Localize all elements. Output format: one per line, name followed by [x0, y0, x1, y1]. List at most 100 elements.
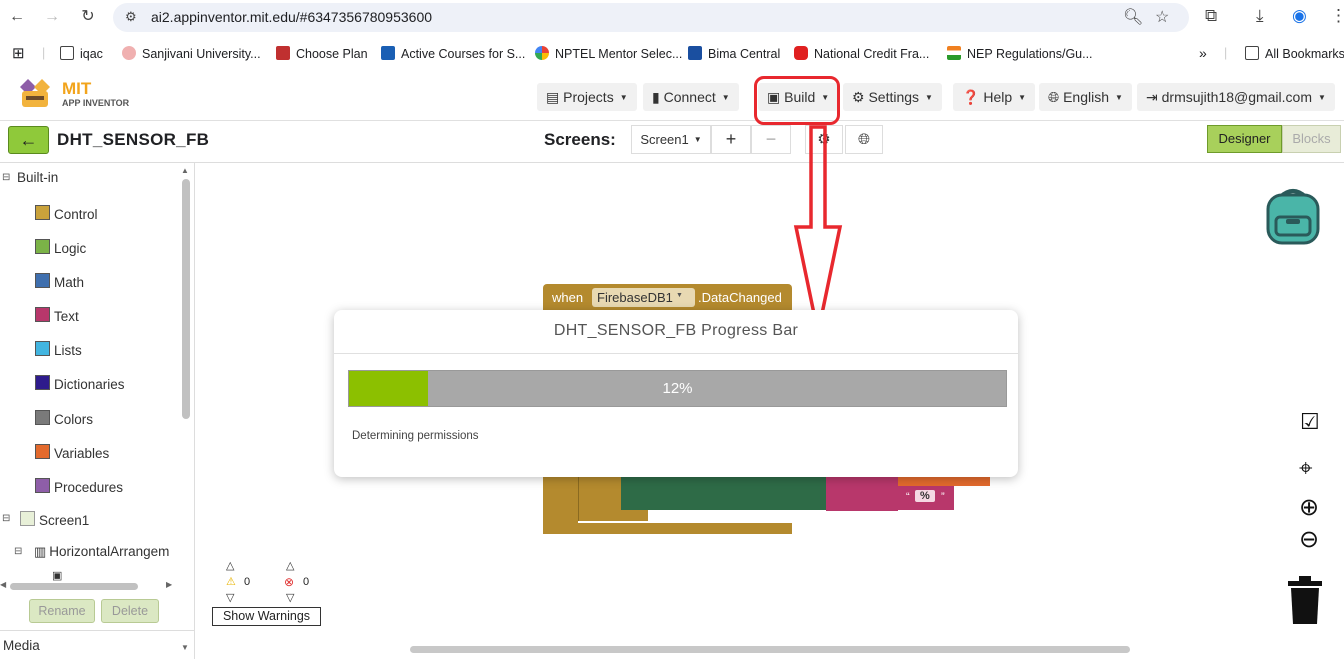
- zoom-out-icon[interactable]: ⊖: [1299, 525, 1319, 554]
- reload-icon[interactable]: ↻: [77, 6, 99, 28]
- progress-bar: 12%: [348, 370, 1007, 407]
- backpack-icon[interactable]: [1262, 183, 1324, 245]
- star-icon[interactable]: ☆: [1155, 7, 1169, 27]
- folder-icon: [60, 46, 74, 60]
- palette-label: Colors: [54, 412, 94, 427]
- scroll-right-icon[interactable]: ▶: [166, 580, 172, 589]
- show-warnings-button[interactable]: Show Warnings: [212, 607, 321, 626]
- event-block-footer[interactable]: [543, 523, 792, 534]
- scroll-left-icon[interactable]: ◀: [0, 580, 6, 589]
- connect-menu[interactable]: ▮ Connect ▼: [643, 83, 739, 111]
- add-screen-button[interactable]: +: [711, 125, 751, 154]
- remove-screen-button[interactable]: −: [751, 125, 791, 154]
- app-inventor-logo-icon[interactable]: [16, 77, 54, 111]
- collapse-icon[interactable]: ⊟: [14, 546, 22, 557]
- bookmark-item[interactable]: Choose Plan: [276, 46, 368, 61]
- quote-open: “: [906, 491, 910, 503]
- download-icon[interactable]: ⤓: [1256, 6, 1264, 26]
- blocks-button[interactable]: Blocks: [1282, 125, 1341, 153]
- scroll-up-icon[interactable]: ▲: [181, 166, 189, 175]
- palette-control[interactable]: Control: [35, 205, 98, 222]
- media-heading[interactable]: Media: [3, 638, 40, 653]
- bookmark-item[interactable]: National Credit Fra...: [794, 46, 929, 61]
- screen-select[interactable]: Screen1 ▼: [631, 125, 711, 154]
- warning-prev-arrow-icon[interactable]: △: [226, 559, 234, 572]
- zoom-in-icon[interactable]: ⊕: [1299, 493, 1319, 522]
- error-next-arrow-icon[interactable]: ▽: [286, 591, 294, 604]
- workspace-horizontal-scrollbar[interactable]: [410, 646, 1130, 653]
- event-name-label: .DataChanged: [698, 290, 782, 305]
- bookmark-item[interactable]: Sanjivani University...: [122, 46, 261, 61]
- bookmark-item[interactable]: Bima Central: [688, 46, 780, 61]
- bookmark-label: National Credit Fra...: [814, 47, 930, 61]
- back-button[interactable]: ←: [8, 126, 49, 154]
- rename-button[interactable]: Rename: [29, 599, 95, 623]
- address-bar[interactable]: ⚙ ai2.appinventor.mit.edu/#6347356780953…: [113, 3, 1189, 32]
- more-menu-icon[interactable]: ⋮: [1330, 6, 1344, 26]
- palette-vertical-scrollbar[interactable]: [182, 179, 190, 419]
- palette-lists[interactable]: Lists: [35, 341, 82, 358]
- warning-icon: ⚠: [226, 576, 236, 588]
- error-count: 0: [303, 576, 310, 588]
- screen1-node[interactable]: Screen1: [20, 511, 89, 528]
- help-icon: ❓: [962, 89, 984, 105]
- projects-menu[interactable]: ▤ Projects ▼: [537, 83, 637, 111]
- checkbox-toggle-icon[interactable]: ☑: [1300, 409, 1320, 435]
- forward-arrow-icon[interactable]: →: [41, 6, 63, 28]
- profile-icon[interactable]: ◉: [1292, 6, 1307, 26]
- globe-icon[interactable]: 🌐︎: [845, 125, 883, 154]
- account-menu[interactable]: ⇥ drmsujith18@gmail.com ▼: [1137, 83, 1335, 111]
- bookmark-item[interactable]: iqac: [60, 46, 103, 61]
- all-bookmarks[interactable]: All Bookmarks: [1245, 46, 1344, 61]
- progress-status: Determining permissions: [352, 430, 479, 442]
- india-flag-icon: [947, 46, 961, 60]
- center-target-icon[interactable]: ⌖: [1299, 455, 1313, 483]
- more-bookmarks-icon[interactable]: »: [1199, 45, 1207, 61]
- bookmark-item[interactable]: NPTEL Mentor Selec...: [535, 46, 682, 61]
- collapse-icon[interactable]: ⊟: [2, 513, 10, 524]
- help-menu[interactable]: ❓ Help ▼: [953, 83, 1036, 111]
- zoom-icon[interactable]: 🔍︎: [1123, 7, 1143, 27]
- scroll-down-icon[interactable]: ▼: [181, 643, 189, 652]
- palette-colors[interactable]: Colors: [35, 410, 93, 427]
- builtin-heading[interactable]: Built-in: [17, 170, 58, 185]
- error-prev-arrow-icon[interactable]: △: [286, 559, 294, 572]
- bookmark-label: Bima Central: [708, 47, 781, 61]
- variable-block[interactable]: [621, 473, 826, 510]
- extensions-icon[interactable]: ⧉: [1205, 6, 1217, 26]
- settings-menu[interactable]: ⚙ Settings ▼: [843, 83, 942, 111]
- text-join-block[interactable]: [826, 473, 898, 511]
- back-arrow-icon[interactable]: ←: [6, 6, 28, 28]
- collapse-icon[interactable]: ⊟: [2, 172, 10, 183]
- text-block[interactable]: “ % ”: [898, 486, 954, 510]
- google-icon: [535, 46, 549, 60]
- divider: [334, 353, 1018, 354]
- trash-icon[interactable]: [1286, 575, 1324, 625]
- blocks-palette: ⊟ Built-in Control Logic Math Text Lists…: [0, 163, 195, 659]
- palette-label: Procedures: [54, 480, 124, 495]
- warning-next-arrow-icon[interactable]: ▽: [226, 591, 234, 604]
- connect-icon: ▮: [652, 89, 664, 105]
- delete-button[interactable]: Delete: [101, 599, 159, 623]
- app-header: MIT APP INVENTOR ▤ Projects ▼ ▮ Connect ▼ …: [0, 73, 1344, 121]
- event-block-header[interactable]: when FirebaseDB1 ▼ .DataChanged: [543, 284, 792, 312]
- caret-icon: ▼: [619, 93, 628, 102]
- palette-logic[interactable]: Logic: [35, 239, 86, 256]
- bookmark-label: NPTEL Mentor Selec...: [555, 47, 683, 61]
- horizontal-arrangement-node[interactable]: ▥ HorizontalArrangem: [34, 544, 169, 560]
- site-settings-icon[interactable]: ⚙: [125, 9, 137, 25]
- bookmark-item[interactable]: Active Courses for S...: [381, 46, 525, 61]
- percent-text[interactable]: %: [915, 490, 935, 502]
- language-menu[interactable]: 🌐︎ English ▼: [1039, 83, 1132, 111]
- palette-horizontal-scrollbar[interactable]: [10, 583, 138, 590]
- palette-text[interactable]: Text: [35, 307, 79, 324]
- apps-grid-icon[interactable]: ⊞: [12, 44, 25, 62]
- url-text[interactable]: ai2.appinventor.mit.edu/#634735678095360…: [151, 9, 432, 25]
- bookmark-item[interactable]: NEP Regulations/Gu...: [947, 46, 1093, 61]
- palette-math[interactable]: Math: [35, 273, 84, 290]
- palette-procedures[interactable]: Procedures: [35, 478, 123, 495]
- dialog-title: DHT_SENSOR_FB Progress Bar: [553, 322, 799, 339]
- designer-button[interactable]: Designer: [1207, 125, 1282, 153]
- palette-dictionaries[interactable]: Dictionaries: [35, 375, 125, 392]
- palette-variables[interactable]: Variables: [35, 444, 109, 461]
